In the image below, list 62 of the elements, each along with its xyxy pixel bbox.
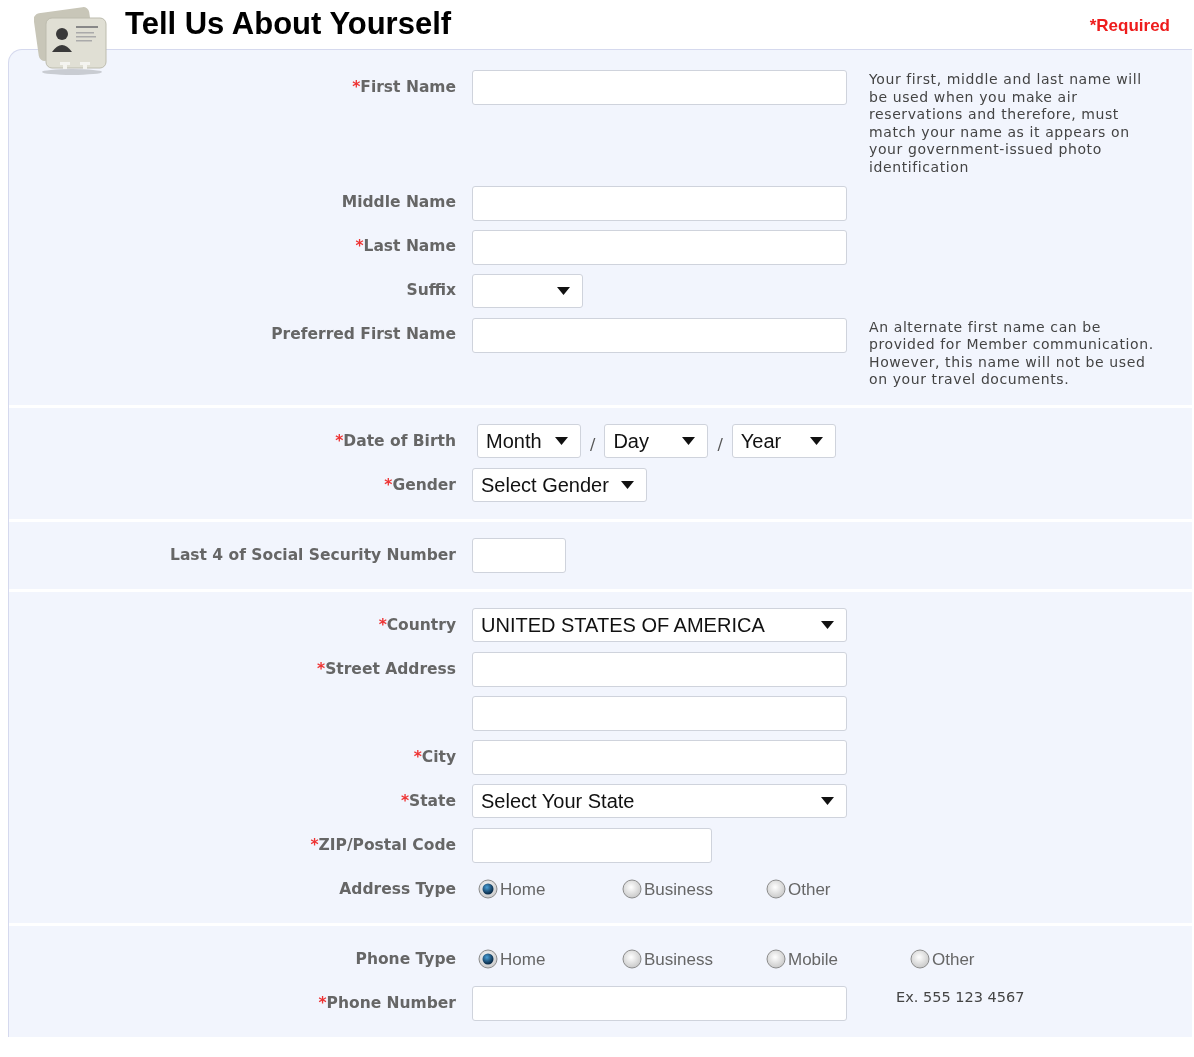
dropdown-select[interactable]: Year [731, 423, 836, 458]
help-text: Your first, middle and last name will be used when you make air reservations and therefore, must match your name as it appears on your government-issued photo identification [869, 70, 1143, 177]
field-label: *City [413, 746, 456, 768]
field-label: *First Name [352, 76, 456, 98]
dropdown-arrow-icon [809, 436, 823, 445]
dropdown-arrow-icon [557, 286, 570, 295]
text-input-field[interactable] [472, 985, 847, 1021]
dropdown-select[interactable]: Month [477, 423, 581, 458]
radio-button[interactable] [766, 879, 786, 900]
phone-format-hint: Ex. 555 123 4567 [896, 988, 1025, 1008]
dropdown-arrow-icon [555, 436, 568, 445]
dropdown-arrow-icon [621, 480, 634, 489]
radio-label[interactable]: Home [500, 876, 546, 903]
field-label: *Phone Number [318, 992, 456, 1014]
help-text: An alternate first name can be provided for Member communication. However, this name will not be used on your travel documents. [869, 317, 1155, 389]
text-input-field[interactable] [472, 185, 847, 221]
dropdown-arrow-icon [682, 436, 696, 445]
field-label: Phone Type [355, 948, 456, 970]
dropdown-select[interactable]: UNITED STATES OF AMERICA [472, 607, 847, 642]
dropdown-arrow-icon [821, 796, 834, 805]
dropdown-arrow-icon [821, 620, 834, 629]
text-input-field[interactable] [472, 827, 712, 863]
dropdown-select[interactable]: Select Gender [472, 467, 647, 502]
text-input-field[interactable] [472, 651, 847, 687]
dropdown-select[interactable]: Day [604, 423, 709, 458]
radio-button-selected[interactable] [478, 949, 498, 970]
field-label: *State [400, 790, 456, 812]
field-label: *Street Address [317, 658, 456, 680]
radio-label[interactable]: Other [788, 876, 831, 903]
field-label: *Country [378, 614, 456, 636]
radio-button[interactable] [910, 949, 930, 970]
field-label: *Date of Birth [335, 430, 456, 452]
required-note: *Required [1089, 15, 1170, 38]
radio-label[interactable]: Business [644, 946, 713, 973]
radio-button-selected[interactable] [478, 879, 498, 900]
field-label: *Last Name [355, 236, 456, 258]
field-label: Last 4 of Social Security Number [170, 544, 456, 566]
field-label: *Gender [384, 474, 456, 496]
contact-cards-icon [34, 4, 110, 76]
field-label: Suffix [406, 280, 456, 302]
dropdown-select[interactable] [472, 273, 583, 308]
text-input-field[interactable] [472, 70, 847, 105]
radio-button[interactable] [622, 949, 642, 970]
text-input-field[interactable] [472, 695, 847, 731]
text-input-field[interactable] [472, 317, 847, 353]
text-input-field[interactable] [472, 739, 847, 775]
field-label: Address Type [339, 878, 456, 900]
dropdown-select[interactable]: Select Your State [472, 783, 847, 818]
radio-label[interactable]: Business [644, 876, 713, 903]
radio-label[interactable]: Other [932, 946, 975, 973]
text-input-field[interactable] [472, 537, 566, 573]
date-separator: / [590, 433, 596, 456]
field-label: Preferred First Name [271, 324, 456, 346]
field-label: Middle Name [341, 192, 456, 214]
page-title: Tell Us About Yourself [125, 4, 452, 43]
radio-button[interactable] [622, 879, 642, 900]
text-input-field[interactable] [472, 229, 847, 265]
date-separator: / [717, 433, 723, 456]
radio-button[interactable] [766, 949, 786, 970]
radio-label[interactable]: Mobile [788, 946, 839, 973]
field-label: *ZIP/Postal Code [310, 834, 456, 856]
radio-label[interactable]: Home [500, 946, 546, 973]
